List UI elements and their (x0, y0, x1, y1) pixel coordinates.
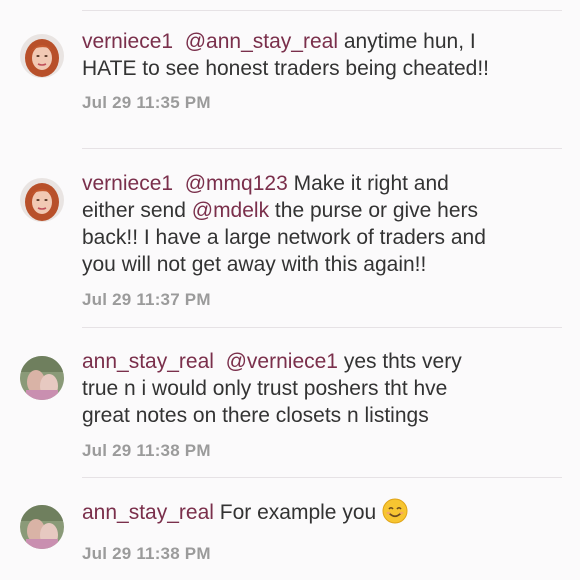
timestamp: Jul 29 11:35 PM (82, 93, 211, 112)
comment-text: HATE to see honest traders being cheated… (82, 57, 490, 80)
username-link[interactable]: verniece1 (82, 30, 173, 53)
avatar[interactable] (20, 356, 64, 400)
comment-body: verniece1 @mmq123 Make it right and eithe… (82, 170, 552, 278)
comment-text: you will not get away with this again!! (82, 253, 427, 276)
timestamp: Jul 29 11:38 PM (82, 544, 211, 563)
comment-text: the purse or give hers (269, 199, 479, 222)
mention-link[interactable]: @mdelk (192, 199, 269, 222)
comment-text: For example you (213, 501, 383, 524)
comment-text: great notes on there closets n listings (82, 404, 429, 427)
username-link[interactable]: ann_stay_real (82, 350, 214, 373)
username-link[interactable]: verniece1 (82, 172, 173, 195)
avatar[interactable] (20, 34, 64, 78)
comment-body: verniece1 @ann_stay_real anytime hun, I H… (82, 28, 552, 82)
smiling-face-emoji (382, 498, 408, 524)
comment-text: anytime hun, I (337, 30, 476, 53)
mention-link[interactable]: @verniece1 (226, 350, 338, 373)
comment-text: either send (82, 199, 192, 222)
comment-feed: verniece1 @ann_stay_real anytime hun, I H… (0, 0, 580, 580)
comment-body: ann_stay_real @verniece1 yes thts very tr… (82, 348, 552, 429)
divider (82, 477, 562, 478)
outdoor-photo-avatar (20, 356, 64, 400)
mention-link[interactable]: @ann_stay_real (185, 30, 338, 53)
avatar[interactable] (20, 505, 64, 549)
divider (82, 10, 562, 11)
username-link[interactable]: ann_stay_real (82, 501, 214, 524)
timestamp: Jul 29 11:37 PM (82, 290, 211, 309)
red-haired-woman-avatar (20, 34, 64, 78)
avatar[interactable] (20, 178, 64, 222)
outdoor-photo-avatar (20, 505, 64, 549)
mention-link[interactable]: @mmq123 (185, 172, 288, 195)
comment-text: true n i would only trust poshers tht hv… (82, 377, 448, 400)
red-haired-woman-avatar (20, 178, 64, 222)
comment-text: Make it right and (287, 172, 449, 195)
divider (82, 327, 562, 328)
divider (82, 148, 562, 149)
comment-text: yes thts very (337, 350, 462, 373)
timestamp: Jul 29 11:38 PM (82, 441, 211, 460)
comment-text: back!! I have a large network of traders… (82, 226, 486, 249)
comment-body: ann_stay_real For example you (82, 498, 552, 526)
